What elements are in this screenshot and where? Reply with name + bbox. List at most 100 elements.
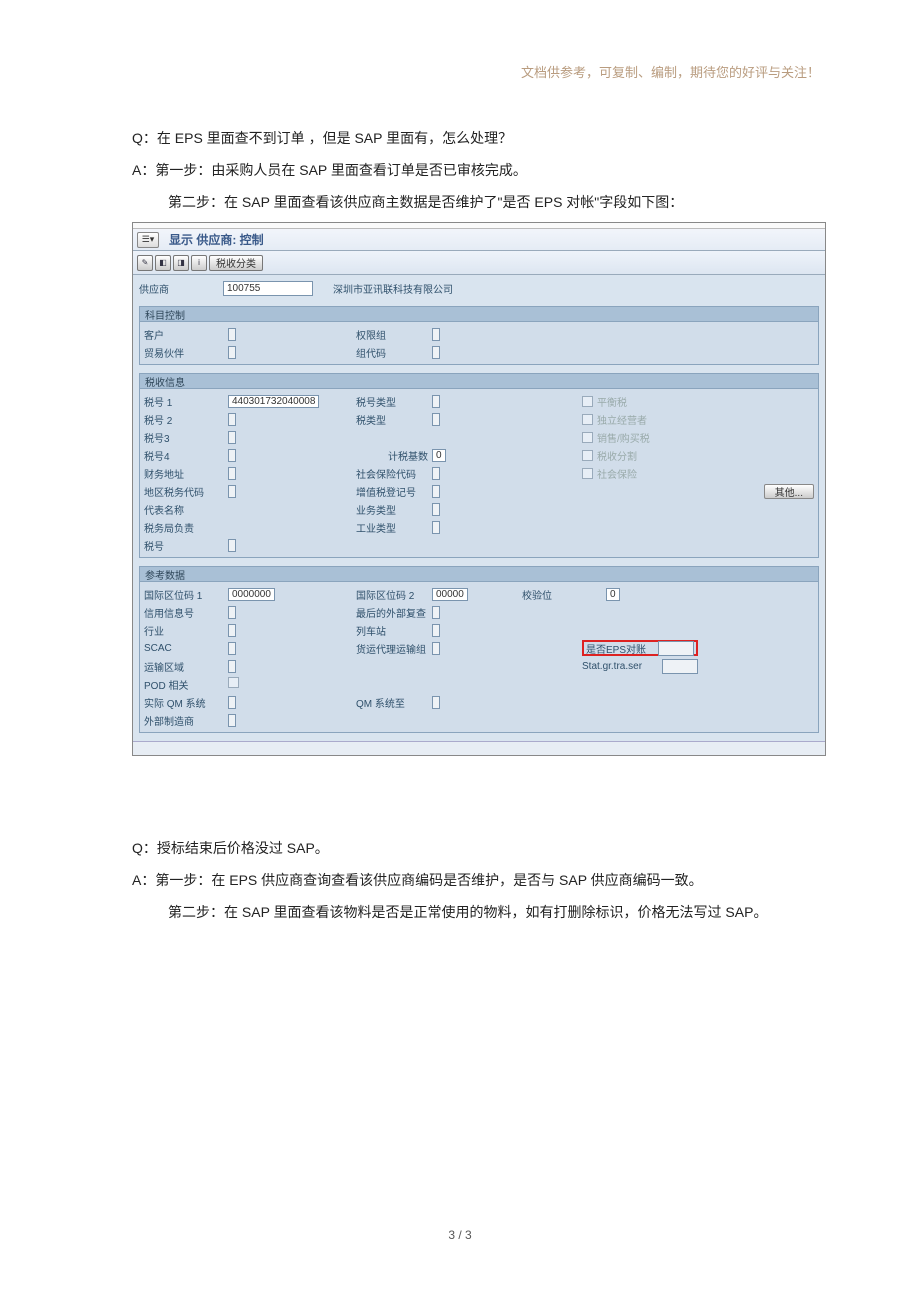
qm-to-field[interactable] (432, 696, 440, 709)
balance-tax-label: 平衡税 (597, 394, 627, 409)
info-icon[interactable]: i (191, 255, 207, 271)
intl1-label: 国际区位码 1 (144, 587, 228, 602)
a1-step2: 第二步：在 SAP 里面查看该供应商主数据是否维护了"是否 EPS 对帐"字段如… (168, 188, 820, 216)
sales-tax-label: 销售/购买税 (597, 430, 650, 445)
tax1-label: 税号 1 (144, 394, 228, 409)
pod-checkbox[interactable] (228, 677, 239, 688)
taxno-field[interactable] (228, 539, 236, 552)
station-field[interactable] (432, 624, 440, 637)
sap-screenshot: ☰▾ 显示 供应商: 控制 ✎ ◧ ◨ i 税收分类 供应商 100755 深圳… (132, 222, 826, 756)
section-ref-data: 参考数据 (139, 566, 819, 582)
customer-label: 客户 (144, 327, 228, 342)
balance-tax-checkbox[interactable] (582, 396, 593, 407)
tax2-label: 税号 2 (144, 412, 228, 427)
loc-tax-field[interactable] (228, 485, 236, 498)
sales-tax-checkbox[interactable] (582, 432, 593, 443)
page-header-note: 文档供参考，可复制、编制，期待您的好评与关注！ (521, 62, 820, 81)
tax4-field[interactable] (228, 449, 236, 462)
fin-addr-field[interactable] (228, 467, 236, 480)
trans-zone-label: 运输区域 (144, 659, 228, 674)
sole-prop-label: 独立经营者 (597, 412, 647, 427)
other-button[interactable]: 其他... (764, 484, 814, 499)
pod-label: POD 相关 (144, 677, 228, 692)
auth-group-field[interactable] (432, 328, 440, 341)
soc-ins-field[interactable] (432, 467, 440, 480)
vendor-label: 供应商 (139, 281, 223, 296)
fwd-grp-label: 货运代理运输组 (348, 641, 432, 656)
page-number: 3 / 3 (0, 1228, 920, 1242)
a2-step1: A：第一步：在 EPS 供应商查询查看该供应商编码是否维护，是否与 SAP 供应… (132, 866, 820, 894)
vat-reg-label: 增值税登记号 (348, 484, 432, 499)
sole-prop-checkbox[interactable] (582, 414, 593, 425)
page-content: Q：在 EPS 里面查不到订单 ，但是 SAP 里面有，怎么处理？ A：第一步：… (132, 124, 820, 930)
tax2-type-field[interactable] (432, 413, 440, 426)
tax4-label: 税号4 (144, 448, 228, 463)
industry-field[interactable] (228, 624, 236, 637)
loc-tax-label: 地区税务代码 (144, 484, 228, 499)
checkdigit-field[interactable]: 0 (606, 588, 620, 601)
qm-to-label: QM 系统至 (348, 695, 432, 710)
a2-step2: 第二步：在 SAP 里面查看该物料是否是正常使用的物料，如有打删除标识，价格无法… (168, 898, 820, 926)
tax-office-label: 税务局负责 (144, 520, 228, 535)
vat-reg-field[interactable] (432, 485, 440, 498)
group-code-label: 组代码 (348, 345, 432, 360)
station-label: 列车站 (348, 623, 432, 638)
ext-mfr-label: 外部制造商 (144, 713, 228, 728)
fin-addr-label: 财务地址 (144, 466, 228, 481)
menu-dropdown-icon[interactable]: ☰▾ (137, 232, 159, 248)
actual-qm-label: 实际 QM 系统 (144, 695, 228, 710)
vendor-code-field[interactable]: 100755 (223, 281, 313, 296)
sap-titlebar: ☰▾ 显示 供应商: 控制 (133, 229, 825, 251)
ext-rev-field[interactable] (432, 606, 440, 619)
fwd-grp-field[interactable] (432, 642, 440, 655)
scac-label: SCAC (144, 643, 228, 654)
ext-mfr-field[interactable] (228, 714, 236, 727)
scac-field[interactable] (228, 642, 236, 655)
rep-label: 代表名称 (144, 502, 228, 517)
tax-split-checkbox[interactable] (582, 450, 593, 461)
actual-qm-field[interactable] (228, 696, 236, 709)
group-code-field[interactable] (432, 346, 440, 359)
industry-label: 行业 (144, 623, 228, 638)
biz-type-field[interactable] (432, 503, 440, 516)
ind-type-field[interactable] (432, 521, 440, 534)
tax3-field[interactable] (228, 431, 236, 444)
next-icon[interactable]: ◨ (173, 255, 189, 271)
ext-rev-label: 最后的外部复查 (348, 605, 432, 620)
tax-class-button[interactable]: 税收分类 (209, 255, 263, 271)
customer-field[interactable] (228, 328, 236, 341)
ind-type-label: 工业类型 (348, 520, 432, 535)
tax-base-label: 计税基数 (348, 448, 432, 463)
tax-type-label: 税号类型 (348, 394, 432, 409)
tax2-field[interactable] (228, 413, 236, 426)
sap-footer-hint (133, 742, 825, 746)
checkdigit-label: 校验位 (512, 587, 582, 602)
biz-type-label: 业务类型 (348, 502, 432, 517)
vendor-name: 深圳市亚讯联科技有限公司 (333, 281, 453, 296)
intl2-label: 国际区位码 2 (348, 587, 432, 602)
intl2-field[interactable]: 00000 (432, 588, 468, 601)
eps-flag-highlight: 是否EPS对账 (582, 640, 698, 656)
credit-field[interactable] (228, 606, 236, 619)
soc-ins-label: 社会保险代码 (348, 466, 432, 481)
q2: Q：授标结束后价格没过 SAP。 (132, 834, 820, 862)
intl1-field[interactable]: 0000000 (228, 588, 275, 601)
auth-group-label: 权限组 (348, 327, 432, 342)
prev-icon[interactable]: ◧ (155, 255, 171, 271)
trade-partner-field[interactable] (228, 346, 236, 359)
tax1-field[interactable]: 440301732040008 (228, 395, 319, 408)
a1-step1: A：第一步：由采购人员在 SAP 里面查看订单是否已审核完成。 (132, 156, 820, 184)
tax-split-label: 税收分割 (597, 448, 637, 463)
trans-zone-field[interactable] (228, 660, 236, 673)
stat-field[interactable] (662, 659, 698, 674)
eps-flag-label: 是否EPS对账 (586, 641, 658, 656)
sap-title: 显示 供应商: 控制 (169, 231, 264, 248)
soc-ins-checkbox[interactable] (582, 468, 593, 479)
eps-flag-field[interactable] (658, 641, 694, 656)
sap-body: 供应商 100755 深圳市亚讯联科技有限公司 科目控制 客户 权限组 贸易伙伴… (133, 275, 825, 741)
credit-label: 信用信息号 (144, 605, 228, 620)
tax-type-field[interactable] (432, 395, 440, 408)
edit-icon[interactable]: ✎ (137, 255, 153, 271)
trade-partner-label: 贸易伙伴 (144, 345, 228, 360)
tax-base-field[interactable]: 0 (432, 449, 446, 462)
